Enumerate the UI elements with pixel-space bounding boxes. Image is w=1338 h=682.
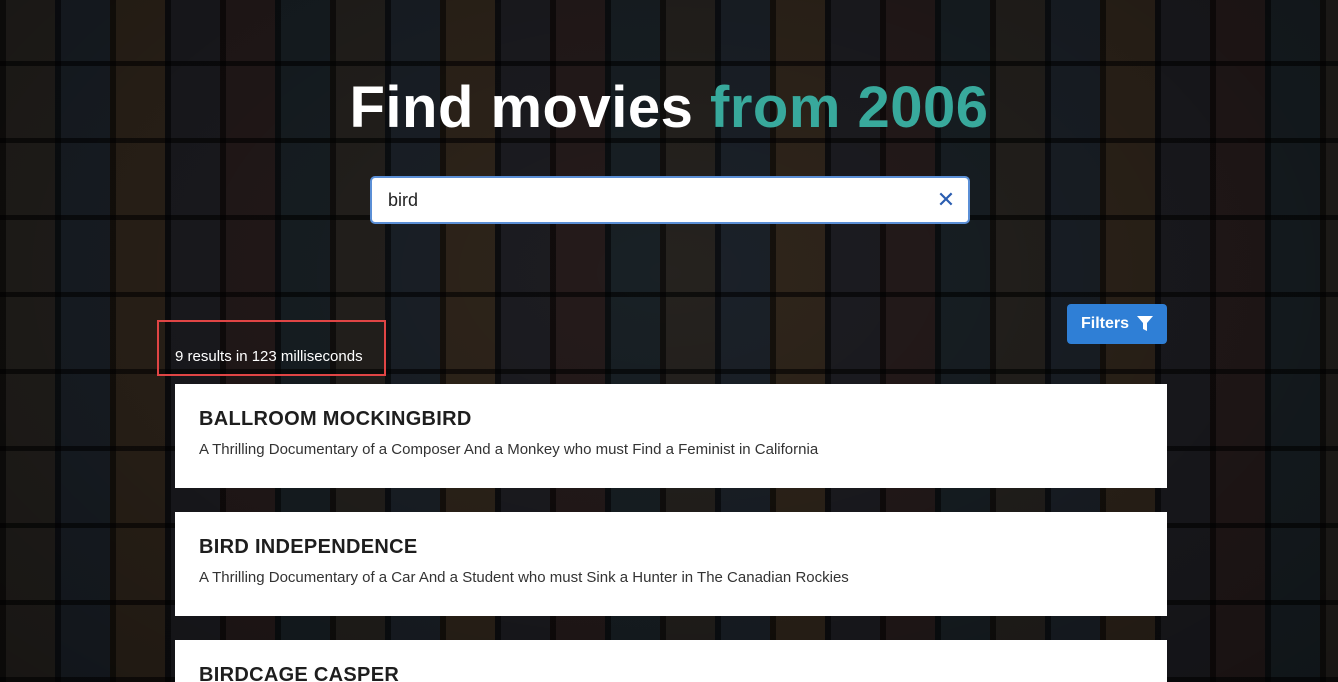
- page-content: Find movies from 2006 ✕ Filters 9 result…: [0, 0, 1338, 682]
- result-card[interactable]: BIRD INDEPENDENCE A Thrilling Documentar…: [175, 512, 1167, 616]
- filter-icon: [1137, 316, 1153, 331]
- result-description: A Thrilling Documentary of a Car And a S…: [199, 569, 849, 586]
- page-title-accent: from 2006: [710, 75, 989, 140]
- result-card[interactable]: BIRDCAGE CASPER: [175, 640, 1167, 682]
- search-input[interactable]: [372, 180, 924, 220]
- results-summary: 9 results in 123 milliseconds: [157, 320, 386, 376]
- result-description: A Thrilling Documentary of a Composer An…: [199, 441, 819, 458]
- result-card[interactable]: BALLROOM MOCKINGBIRD A Thrilling Documen…: [175, 384, 1167, 488]
- search-bar: ✕: [370, 176, 970, 224]
- page-title: Find movies from 2006: [0, 70, 1338, 146]
- result-title: BALLROOM MOCKINGBIRD: [199, 408, 472, 430]
- page-title-main: Find movies: [349, 75, 694, 140]
- filters-button-label: Filters: [1080, 315, 1129, 332]
- close-icon[interactable]: ✕: [924, 178, 968, 222]
- filters-button[interactable]: Filters: [1067, 304, 1167, 344]
- result-title: BIRDCAGE CASPER: [199, 664, 400, 682]
- result-title: BIRD INDEPENDENCE: [199, 536, 418, 558]
